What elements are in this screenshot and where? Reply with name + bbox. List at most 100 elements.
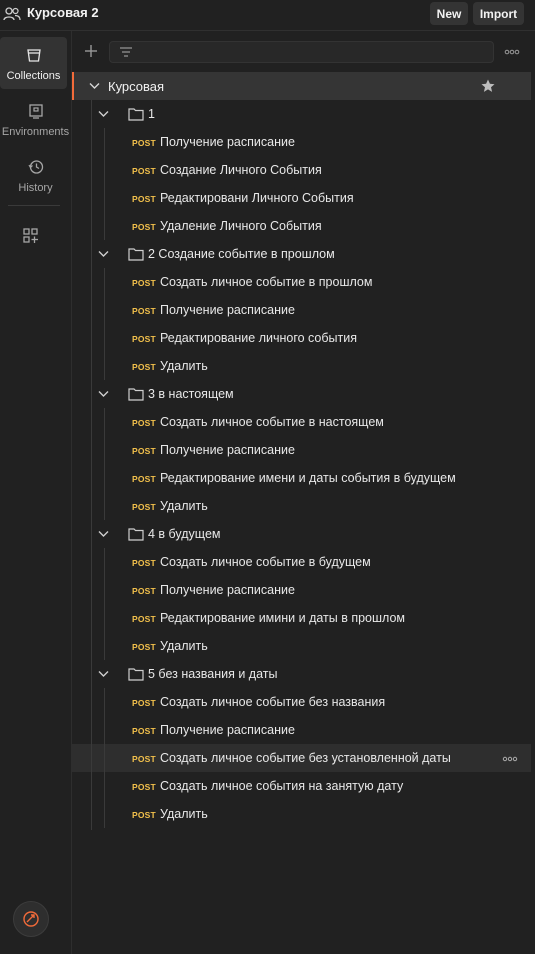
more-options-icon[interactable] — [504, 45, 520, 59]
import-button[interactable]: Import — [473, 2, 524, 25]
sidebar-item-label: Environments — [1, 126, 70, 138]
request-row[interactable]: POST Редактировани Личного События — [72, 184, 531, 212]
sidebar-divider — [8, 205, 60, 206]
folder-row[interactable]: 3 в настоящем — [72, 380, 531, 408]
folder-name: 5 без названия и даты — [148, 667, 278, 681]
folder-row[interactable]: 1 — [72, 100, 531, 128]
sidebar-item-collections[interactable]: Collections — [0, 37, 67, 89]
request-row[interactable]: POST Получение расписание — [72, 576, 531, 604]
star-icon[interactable] — [480, 78, 496, 94]
request-name: Получение расписание — [160, 135, 295, 149]
request-name: Редактирование имини и даты в прошлом — [160, 611, 406, 625]
request-name: Создание Личного События — [160, 163, 322, 177]
folder-name: 3 в настоящем — [148, 387, 234, 401]
request-row[interactable]: POST Создать личное событие в настоящем — [72, 408, 531, 436]
sidebar-item-history[interactable]: History — [0, 149, 71, 201]
method-badge: POST — [132, 222, 156, 232]
method-badge: POST — [132, 810, 156, 820]
history-icon — [27, 160, 43, 174]
folder-name: 2 Создание событие в прошлом — [148, 247, 335, 261]
method-badge: POST — [132, 474, 156, 484]
chevron-down-icon[interactable] — [98, 389, 109, 399]
request-row[interactable]: POST Получение расписание — [72, 296, 531, 324]
method-badge: POST — [132, 166, 156, 176]
folder-name: 1 — [148, 107, 155, 121]
folder-icon — [128, 248, 144, 261]
method-badge: POST — [132, 138, 156, 148]
indent-guide — [104, 408, 105, 520]
more-options-icon[interactable] — [502, 754, 518, 764]
method-badge: POST — [132, 194, 156, 204]
environments-icon — [28, 104, 43, 119]
folder-icon — [128, 528, 144, 541]
indent-guide — [104, 128, 105, 240]
request-row[interactable]: POST Получение расписание — [72, 436, 531, 464]
method-badge: POST — [132, 502, 156, 512]
request-name: Редактирование имени и даты события в бу… — [160, 471, 456, 485]
method-badge: POST — [132, 558, 156, 568]
method-badge: POST — [132, 698, 156, 708]
chevron-down-icon[interactable] — [98, 109, 109, 119]
app-window: Курсовая 2 New Import Collections Enviro… — [0, 0, 535, 954]
request-row[interactable]: POST Редактирование имени и даты события … — [72, 464, 531, 492]
folder-name: 4 в будущем — [148, 527, 221, 541]
indent-guide — [104, 268, 105, 380]
sidebar-item-label: Collections — [6, 70, 61, 82]
request-name: Получение расписание — [160, 583, 295, 597]
request-row[interactable]: POST Удаление Личного События — [72, 212, 531, 240]
folder-row[interactable]: 5 без названия и даты — [72, 660, 531, 688]
request-name: Создать личное событие без названия — [160, 695, 386, 709]
chevron-down-icon[interactable] — [98, 669, 109, 679]
chevron-down-icon[interactable] — [98, 529, 109, 539]
folder-row[interactable]: 4 в будущем — [72, 520, 531, 548]
request-row[interactable]: POST Создание Личного События — [72, 156, 531, 184]
request-name: Удалить — [160, 499, 208, 513]
request-name: Получение расписание — [160, 723, 295, 737]
request-name: Удалить — [160, 639, 208, 653]
request-row[interactable]: POST Редактирование личного события — [72, 324, 531, 352]
request-row[interactable]: POST Создать личное события на занятую да… — [72, 772, 531, 800]
chevron-down-icon[interactable] — [98, 249, 109, 259]
runner-status-button[interactable] — [13, 901, 49, 937]
request-name: Получение расписание — [160, 303, 295, 317]
request-name: Редактировани Личного События — [160, 191, 354, 205]
sidebar-nav: Collections Environments History — [0, 31, 72, 954]
chevron-down-icon[interactable] — [89, 81, 100, 91]
orbit-icon — [23, 911, 39, 927]
search-input[interactable] — [109, 41, 494, 63]
request-name: Удалить — [160, 359, 208, 373]
collection-row[interactable]: Курсовая — [72, 72, 531, 100]
request-row[interactable]: POST Удалить — [72, 352, 531, 380]
workspace-title[interactable]: Курсовая 2 — [27, 5, 99, 20]
request-row[interactable]: POST Получение расписание — [72, 128, 531, 156]
method-badge: POST — [132, 306, 156, 316]
folder-row[interactable]: 2 Создание событие в прошлом — [72, 240, 531, 268]
sidebar-item-label: History — [18, 182, 53, 194]
team-workspace-icon — [3, 7, 21, 21]
request-name: Создать личное событие без установленной… — [160, 751, 451, 765]
method-badge: POST — [132, 418, 156, 428]
request-row[interactable]: POST Удалить — [72, 632, 531, 660]
method-badge: POST — [132, 362, 156, 372]
request-row[interactable]: POST Создать личное событие без установле… — [72, 744, 531, 772]
sidebar-item-environments[interactable]: Environments — [0, 93, 71, 145]
collection-name: Курсовая — [108, 79, 165, 94]
request-row[interactable]: POST Удалить — [72, 492, 531, 520]
request-row[interactable]: POST Создать личное событие без названия — [72, 688, 531, 716]
new-button[interactable]: New — [430, 2, 468, 25]
request-row[interactable]: POST Удалить — [72, 800, 531, 828]
configure-workbench-icon[interactable] — [22, 227, 40, 245]
workspace-header: Курсовая 2 New Import — [0, 0, 535, 31]
request-row[interactable]: POST Создать личное событие в прошлом — [72, 268, 531, 296]
folder-icon — [128, 388, 144, 401]
indent-guide — [91, 100, 92, 830]
request-name: Редактирование личного события — [160, 331, 358, 345]
method-badge: POST — [132, 334, 156, 344]
request-row[interactable]: POST Редактирование имини и даты в прошло… — [72, 604, 531, 632]
method-badge: POST — [132, 278, 156, 288]
request-row[interactable]: POST Создать личное событие в будущем — [72, 548, 531, 576]
plus-icon[interactable] — [83, 43, 99, 59]
method-badge: POST — [132, 446, 156, 456]
request-row[interactable]: POST Получение расписание — [72, 716, 531, 744]
request-name: Создать личное событие в настоящем — [160, 415, 384, 429]
